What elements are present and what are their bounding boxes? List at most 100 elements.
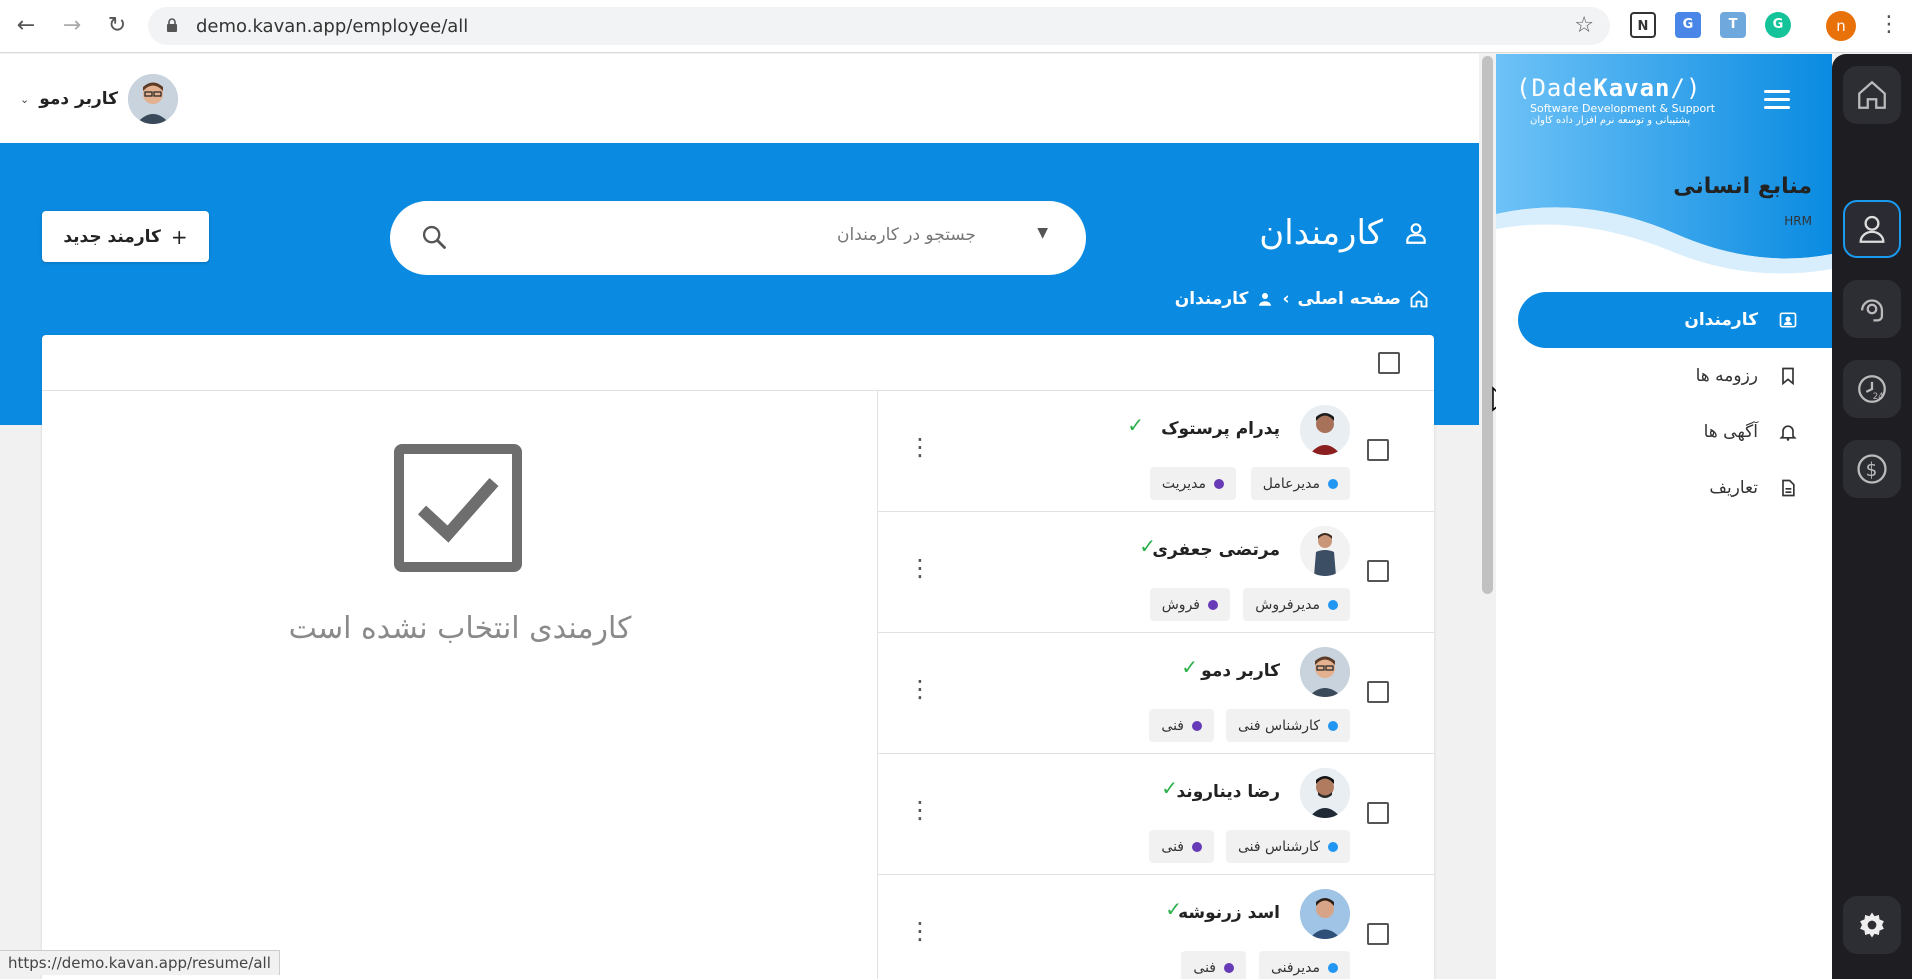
svg-text:$: $ [1866,460,1878,481]
employee-row[interactable]: کاربر دمو ✓ کارشناس فنی فنی ⋮ [878,633,1434,754]
position-tag: کارشناس فنی [1225,830,1350,863]
hamburger-menu-icon[interactable] [1764,90,1790,114]
user-menu[interactable]: ⌄ کاربر دمو [20,74,179,124]
rail-finance-button[interactable]: $ [1843,440,1901,498]
row-checkbox[interactable] [1367,681,1389,703]
department-tag: فروش [1149,588,1230,621]
more-options-icon[interactable]: ⋮ [908,435,932,459]
sidebar-item-label: تعاریف [1709,478,1758,498]
support-icon [1860,299,1884,322]
grammarly-extension-icon[interactable]: G [1765,12,1791,38]
logo-wordmark: (DadeKavan/) [1516,74,1702,102]
translate-tool-extension-icon[interactable]: T [1720,12,1746,38]
gear-icon [1860,912,1884,938]
employee-name: رضا دیناروند [1176,782,1280,802]
row-checkbox[interactable] [1367,439,1389,461]
page-title: کارمندان [1259,213,1429,253]
employee-row[interactable]: پدرام پرستوک ✓ مدیرعامل مدیریت ⋮ [878,391,1434,512]
avatar [1300,889,1350,939]
more-options-icon[interactable]: ⋮ [908,677,932,701]
position-tag: کارشناس فنی [1225,709,1350,742]
module-rail: 24 $ [1832,54,1912,979]
employee-panel: کارمندی انتخاب نشده است پدرام پرستوک ✓ م… [42,335,1434,979]
top-bar: ⌄ کاربر دمو [0,54,1479,143]
search-icon[interactable] [420,223,448,251]
rail-home-button[interactable] [1843,66,1901,124]
employee-row[interactable]: اسد زرنوشه ✓ مدیرفنی فنی ⋮ [878,875,1434,979]
add-employee-label: کارمند جدید [63,226,161,247]
translate-extension-icon[interactable]: G [1675,12,1701,38]
row-checkbox[interactable] [1367,923,1389,945]
reload-icon[interactable]: ↻ [103,12,131,40]
position-tag: مدیرعامل [1250,467,1350,500]
logo-tagline: Software Development & Support [1530,102,1716,115]
module-subtitle: HRM [1784,214,1812,228]
employee-row[interactable]: مرتضی جعفری ✓ مدیرفروش فروش ⋮ [878,512,1434,633]
bookmark-star-icon[interactable]: ☆ [1574,13,1594,38]
employee-row[interactable]: رضا دیناروند ✓ کارشناس فنی فنی ⋮ [878,754,1434,875]
notion-extension-icon[interactable]: N [1630,12,1656,38]
sidebar-item-label: آگهی ها [1703,422,1758,442]
avatar [1300,647,1350,697]
bell-icon [1779,425,1797,441]
rail-settings-button[interactable] [1843,896,1901,954]
address-bar[interactable]: demo.kavan.app/employee/all ☆ [148,7,1610,45]
row-checkbox[interactable] [1367,560,1389,582]
avatar [1300,405,1350,455]
rail-attendance-button[interactable]: 24 [1843,360,1901,418]
page-content: ⌄ کاربر دمو کارمندان کارمندان ‹ صفحه اصل… [0,54,1479,979]
person-icon [1259,293,1272,306]
company-logo[interactable]: (DadeKavan/) Software Development & Supp… [1516,74,1715,126]
employee-name: پدرام پرستوک [1161,419,1280,439]
list-header [42,335,1434,391]
department-tag: مدیریت [1149,467,1236,500]
clock-24-icon: 24 [1858,375,1886,403]
verified-check-icon: ✓ [1161,776,1178,800]
verified-check-icon: ✓ [1165,897,1182,921]
verified-check-icon: ✓ [1127,413,1144,437]
module-title: منابع انسانی [1673,174,1812,199]
more-options-icon[interactable]: ⋮ [908,798,932,822]
sidebar-item-definitions[interactable]: تعاریف [1709,460,1832,516]
search-input[interactable]: جستجو در کارمندان [837,225,976,245]
breadcrumb-current: کارمندان [1174,289,1249,309]
department-tag: فنی [1181,951,1246,979]
checkbox-icon [394,444,522,572]
more-options-icon[interactable]: ⋮ [908,556,932,580]
filter-dropdown-icon[interactable]: ▼ [1037,225,1048,241]
chevron-down-icon: ⌄ [20,92,30,106]
bookmark-icon [1782,367,1794,386]
sidebar-item-resumes[interactable]: رزومه ها [1696,348,1832,404]
profile-avatar[interactable]: n [1826,11,1856,41]
back-icon[interactable]: ← [12,12,40,40]
employee-name: مرتضی جعفری [1152,540,1280,560]
page-scrollbar[interactable] [1479,54,1496,979]
verified-check-icon: ✓ [1139,534,1156,558]
dollar-icon: $ [1857,454,1887,484]
rail-hrm-button[interactable] [1843,200,1901,258]
page-title-text: کارمندان [1259,213,1383,253]
home-icon[interactable] [1409,289,1429,309]
rail-support-button[interactable] [1843,280,1901,338]
breadcrumb-home[interactable]: صفحه اصلی [1297,289,1401,309]
forward-icon[interactable]: → [58,12,86,40]
browser-menu-icon[interactable]: ⋮ [1878,12,1900,37]
status-bar-url: https://demo.kavan.app/resume/all [0,950,280,975]
position-tag: مدیرفنی [1258,951,1350,979]
sidebar-item-ads[interactable]: آگهی ها [1704,404,1832,460]
select-all-checkbox[interactable] [1378,352,1400,374]
scrollbar-thumb[interactable] [1482,56,1493,594]
employee-name: کاربر دمو [1201,661,1280,681]
more-options-icon[interactable]: ⋮ [908,919,932,943]
user-name: کاربر دمو [39,89,119,109]
search-bar[interactable]: ▼ جستجو در کارمندان [390,201,1086,275]
department-tag: فنی [1149,709,1214,742]
person-icon [1406,223,1426,244]
browser-toolbar: ← → ↻ demo.kavan.app/employee/all ☆ N G … [0,0,1912,53]
row-checkbox[interactable] [1367,802,1389,824]
url-text: demo.kavan.app/employee/all [196,16,469,37]
sidebar-item-employees[interactable]: کارمندان [1518,292,1832,348]
position-tag: مدیرفروش [1243,588,1350,621]
add-employee-button[interactable]: کارمند جدید + [42,211,209,262]
employee-name: اسد زرنوشه [1178,903,1280,923]
